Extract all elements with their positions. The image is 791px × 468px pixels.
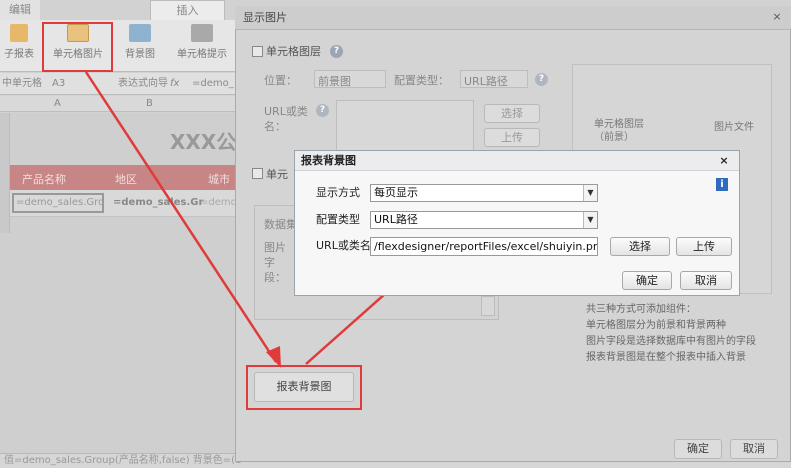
select-button[interactable]: 选择 xyxy=(610,237,670,256)
config-type-value: URL路径 xyxy=(374,213,418,226)
url-label: URL或类名 xyxy=(316,239,371,252)
close-icon[interactable]: × xyxy=(717,152,731,170)
url-input[interactable]: /flexdesigner/reportFiles/excel/shuiyin.… xyxy=(370,237,598,256)
chevron-down-icon: ▼ xyxy=(583,185,597,201)
display-mode-select[interactable]: 每页显示 ▼ xyxy=(370,184,598,202)
display-mode-value: 每页显示 xyxy=(374,186,418,199)
cancel-button[interactable]: 取消 xyxy=(680,271,732,290)
config-type-label: 配置类型 xyxy=(316,213,360,226)
info-icon[interactable]: i xyxy=(716,178,728,191)
config-type-select[interactable]: URL路径 ▼ xyxy=(370,211,598,229)
dialog-title: 报表背景图 xyxy=(295,151,739,171)
arrow-to-report-background xyxy=(84,71,278,363)
ok-button[interactable]: 确定 xyxy=(622,271,672,290)
display-mode-label: 显示方式 xyxy=(316,186,360,199)
upload-button[interactable]: 上传 xyxy=(676,237,732,256)
chevron-down-icon: ▼ xyxy=(583,212,597,228)
